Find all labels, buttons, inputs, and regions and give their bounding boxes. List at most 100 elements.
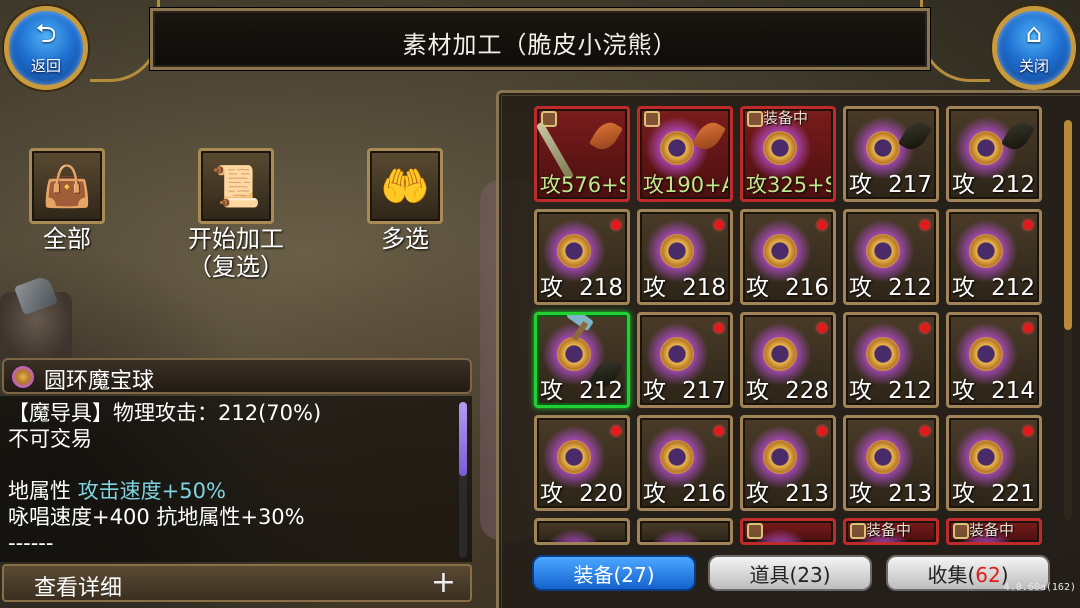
ring-orb-icon <box>557 440 591 474</box>
title-bar: 素材加工（脆皮小浣熊） <box>150 8 930 70</box>
new-indicator <box>1023 426 1033 436</box>
attack-label: 攻 <box>746 275 769 301</box>
ring-orb-icon <box>660 234 694 268</box>
desc-line <box>8 452 462 478</box>
ring-orb-icon <box>557 543 591 545</box>
version-label: 4.0.60a(162) <box>1003 582 1076 593</box>
leaf-icon <box>588 117 624 155</box>
start-process-button[interactable]: 📜 开始加工 （复选） <box>161 148 311 281</box>
item-slot[interactable]: 攻 218 <box>534 209 630 305</box>
ring-orb-icon <box>969 543 1003 545</box>
attack-value: 212 <box>991 275 1035 301</box>
lock-icon <box>747 523 763 539</box>
item-slot[interactable]: 攻 216 <box>637 415 733 511</box>
desc-line: 咏唱速度+400 抗地属性+30% <box>8 505 305 529</box>
scroll-thumb[interactable] <box>459 402 467 476</box>
attack-label: 攻 <box>849 378 872 404</box>
desc-line: ------ <box>8 531 54 555</box>
all-button[interactable]: 👜 全部 <box>0 148 142 253</box>
multi-select-button[interactable]: 🤲 多选 <box>330 148 480 253</box>
close-button[interactable]: ⌂ 关闭 <box>992 6 1076 90</box>
item-slot[interactable]: 攻 212 <box>534 312 630 408</box>
item-slot[interactable]: 装备中 <box>946 518 1042 545</box>
item-slot[interactable] <box>740 518 836 545</box>
item-slot[interactable] <box>534 518 630 545</box>
tab-collection-count: 62 <box>975 562 1001 587</box>
new-indicator <box>817 323 827 333</box>
item-slot[interactable]: 攻 212 <box>946 106 1042 202</box>
new-indicator <box>714 220 724 230</box>
description-scrollbar[interactable] <box>459 402 467 558</box>
item-slot[interactable]: 攻 217 <box>843 106 939 202</box>
tab-collection-prefix: 收集( <box>927 562 976 587</box>
attack-value: 218 <box>579 275 623 301</box>
ring-orb-icon <box>969 440 1003 474</box>
attack-label: 攻 <box>746 378 769 404</box>
item-slot[interactable]: 攻 214 <box>946 312 1042 408</box>
tab-items-label: 道具(23) <box>749 562 831 587</box>
tab-items[interactable]: 道具(23) <box>708 555 872 591</box>
multi-select-label: 多选 <box>381 225 429 253</box>
item-slot[interactable]: 攻 212 <box>843 312 939 408</box>
item-slot[interactable]: 攻 220 <box>534 415 630 511</box>
tab-equipment[interactable]: 装备(27) <box>532 555 696 591</box>
item-slot[interactable]: 攻190+A <box>637 106 733 202</box>
desc-line: 地属性 攻击速度+50% <box>8 478 462 504</box>
grid-scrollbar[interactable] <box>1064 120 1072 520</box>
item-slot[interactable]: 装备中 <box>843 518 939 545</box>
item-slot[interactable]: 攻 218 <box>637 209 733 305</box>
attack-value: 218 <box>682 275 726 301</box>
item-slot[interactable]: 攻 228 <box>740 312 836 408</box>
attack-value: 221 <box>991 481 1035 507</box>
process-icon: 📜 <box>198 148 274 224</box>
ring-orb-icon <box>866 543 900 545</box>
new-indicator <box>611 426 621 436</box>
item-slot[interactable]: 攻 213 <box>740 415 836 511</box>
attack-value: 214 <box>991 378 1035 404</box>
desc-line: 【魔导具】物理攻击：212(70%) <box>8 401 322 425</box>
ring-orb-icon <box>557 234 591 268</box>
item-slot[interactable]: 攻 213 <box>843 415 939 511</box>
equipped-tag: 装备中 <box>969 521 1015 539</box>
ring-orb-icon <box>660 440 694 474</box>
close-label: 关闭 <box>1018 56 1049 75</box>
attack-value: 212 <box>888 275 932 301</box>
attack-value: 213 <box>888 481 932 507</box>
item-name: 圆环魔宝球 <box>44 369 155 394</box>
item-slot[interactable]: 攻 216 <box>740 209 836 305</box>
item-slot[interactable]: 攻576+S <box>534 106 630 202</box>
new-indicator <box>920 220 930 230</box>
lock-icon <box>541 111 557 127</box>
magic-glow <box>543 529 605 542</box>
equipped-tag: 装备中 <box>763 109 809 127</box>
attack-label: 攻 <box>643 275 666 301</box>
ring-orb-icon <box>763 543 797 545</box>
ring-orb-icon <box>660 543 694 545</box>
corner-ornament-right <box>920 0 990 82</box>
ring-orb-icon <box>763 234 797 268</box>
item-slot[interactable] <box>637 518 733 545</box>
attack-value: 攻190+A <box>643 173 728 197</box>
desc-line: 不可交易 <box>8 427 92 451</box>
item-slot[interactable]: 装备中 攻325+S <box>740 106 836 202</box>
item-slot[interactable]: 攻 212 <box>946 209 1042 305</box>
view-details-button[interactable]: 查看详细 + <box>2 564 472 602</box>
item-slot[interactable]: 攻 212 <box>843 209 939 305</box>
item-slot[interactable]: 攻 221 <box>946 415 1042 511</box>
attack-value: 228 <box>785 378 829 404</box>
ring-orb-icon <box>969 131 1003 165</box>
item-slot[interactable]: 攻 217 <box>637 312 733 408</box>
hand-icon: 🤲 <box>367 148 443 224</box>
attack-label: 攻 <box>952 172 975 198</box>
back-button[interactable]: ⮌ 返回 <box>4 6 88 90</box>
grid-scroll-thumb[interactable] <box>1064 120 1072 330</box>
plus-icon: + <box>430 565 456 600</box>
ring-orb-icon <box>763 337 797 371</box>
start-process-label: 开始加工 （复选） <box>188 225 284 281</box>
new-indicator <box>714 323 724 333</box>
home-icon: ⌂ <box>1025 18 1043 49</box>
attack-label: 攻 <box>643 481 666 507</box>
attack-value: 213 <box>785 481 829 507</box>
new-indicator <box>920 426 930 436</box>
new-indicator <box>817 220 827 230</box>
